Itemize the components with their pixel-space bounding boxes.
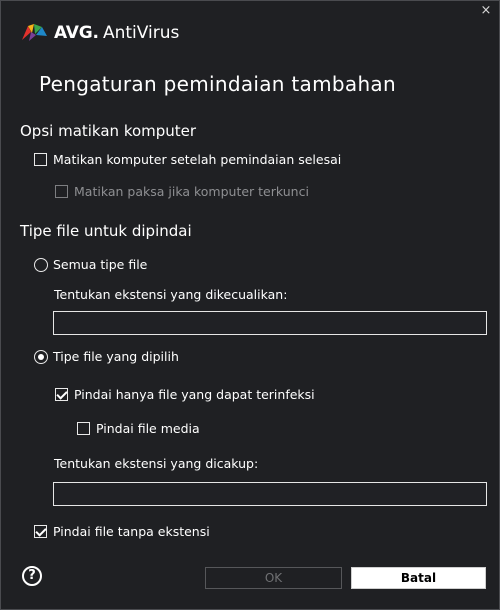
force-shutdown-checkbox: Matikan paksa jika komputer terkunci xyxy=(55,184,309,199)
media-files-checkbox[interactable]: Pindai file media xyxy=(77,421,200,436)
radio-label: Semua tipe file xyxy=(53,257,148,272)
include-extensions-input[interactable] xyxy=(53,482,487,506)
product-name: AntiVirus xyxy=(102,23,180,43)
close-icon[interactable]: × xyxy=(479,4,493,18)
checkbox-box[interactable] xyxy=(34,525,47,538)
checkbox-box xyxy=(55,185,68,198)
checkbox-box[interactable] xyxy=(55,388,68,401)
radio-label: Tipe file yang dipilih xyxy=(53,349,179,364)
infectable-only-checkbox[interactable]: Pindai hanya file yang dapat terinfeksi xyxy=(55,387,315,402)
selected-file-types-radio[interactable]: Tipe file yang dipilih xyxy=(34,349,179,364)
exclude-extensions-input[interactable] xyxy=(53,311,487,335)
brand-dot: . xyxy=(92,23,99,43)
include-extensions-label: Tentukan ekstensi yang dicakup: xyxy=(54,456,259,471)
page-title: Pengaturan pemindaian tambahan xyxy=(39,72,396,96)
checkbox-label: Pindai file tanpa ekstensi xyxy=(53,524,210,539)
radio-button[interactable] xyxy=(34,349,48,364)
cancel-button[interactable]: Batal xyxy=(351,567,486,589)
dialog-window: × AVG. AntiVirus Pengaturan pemindaian t… xyxy=(0,0,500,610)
checkbox-box[interactable] xyxy=(34,153,47,166)
exclude-extensions-label: Tentukan ekstensi yang dikecualikan: xyxy=(54,287,288,302)
checkbox-label: Matikan paksa jika komputer terkunci xyxy=(74,184,309,199)
brand-name: AVG xyxy=(54,23,93,43)
checkbox-label: Pindai file media xyxy=(96,421,200,436)
brand-header: AVG. AntiVirus xyxy=(20,21,179,45)
shutdown-after-scan-checkbox[interactable]: Matikan komputer setelah pemindaian sele… xyxy=(34,152,341,167)
ok-button[interactable]: OK xyxy=(205,567,342,589)
all-file-types-radio[interactable]: Semua tipe file xyxy=(34,257,147,272)
checkbox-label: Pindai hanya file yang dapat terinfeksi xyxy=(74,387,315,402)
no-extension-checkbox[interactable]: Pindai file tanpa ekstensi xyxy=(34,524,210,539)
checkbox-box[interactable] xyxy=(77,422,90,435)
avg-logo-icon xyxy=(22,24,47,41)
file-types-heading: Tipe file untuk dipindai xyxy=(20,222,192,240)
checkbox-label: Matikan komputer setelah pemindaian sele… xyxy=(53,152,342,167)
help-icon[interactable]: ? xyxy=(22,566,42,586)
shutdown-heading: Opsi matikan komputer xyxy=(20,122,197,140)
radio-button[interactable] xyxy=(34,257,48,272)
